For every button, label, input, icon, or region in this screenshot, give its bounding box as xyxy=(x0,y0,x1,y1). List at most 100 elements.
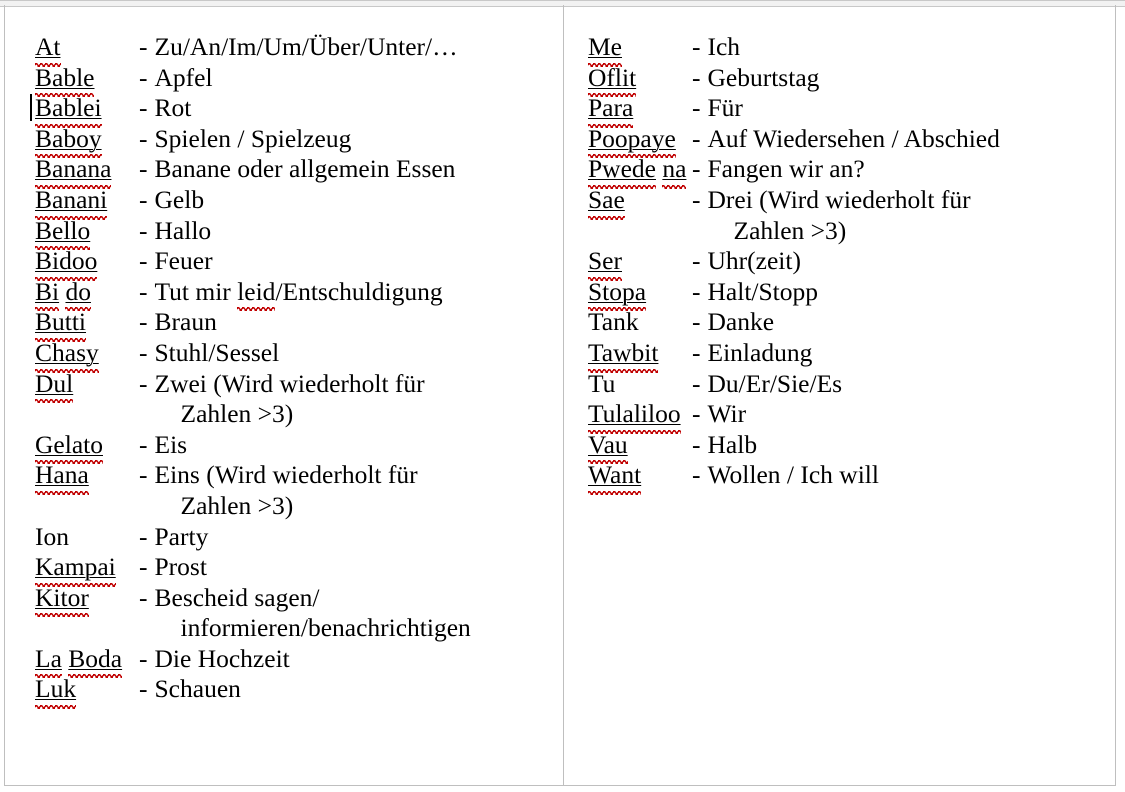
vocabulary-entry: Me - Ich xyxy=(588,32,1115,67)
left-column: At - Zu/An/Im/Um/Über/Unter/… Bable - Apfel Ba… xyxy=(5,6,563,785)
vocabulary-definition: Stuhl/Sessel xyxy=(154,337,280,367)
vocabulary-term: Bable xyxy=(35,62,139,97)
term-word-misspelled: do xyxy=(65,276,91,311)
vocabulary-definition: Gelb xyxy=(154,184,205,214)
entry-separator-dash: - xyxy=(139,184,148,214)
vocabulary-term: Tank xyxy=(588,307,692,338)
vocabulary-term: Vau xyxy=(588,429,692,464)
vocabulary-definition: Schauen xyxy=(154,674,241,704)
definition-continuation-line: Zahlen >3) xyxy=(733,215,847,245)
entry-separator-dash: - xyxy=(692,246,701,276)
vocabulary-entry: Sae - Drei (Wird wiederholt für Zahlen >3) xyxy=(588,185,1115,246)
term-word-misspelled: Luk xyxy=(35,674,77,709)
text-caret xyxy=(30,94,32,122)
term-word-misspelled: La xyxy=(35,643,62,679)
definition-continuation-line: Zahlen >3) xyxy=(180,399,294,429)
vocabulary-term: Ion xyxy=(35,522,139,553)
vocabulary-definition: Wir xyxy=(707,399,747,429)
right-column: Me - Ich Oflit - Geburtstag Para - Für Poopaye - Au… xyxy=(563,6,1115,785)
entry-separator-dash: - xyxy=(139,521,148,551)
term-word-misspelled: Tulaliloo xyxy=(588,399,681,434)
term-word-misspelled: Me xyxy=(588,32,622,67)
term-word-misspelled: Baboy xyxy=(35,123,102,158)
vocabulary-definition: Uhr(zeit) xyxy=(707,246,801,276)
vocabulary-entry: Bidoo - Feuer xyxy=(35,246,563,281)
vocabulary-term: Tu xyxy=(588,369,692,400)
vocabulary-term: Tulaliloo xyxy=(588,399,692,434)
term-word-misspelled: Pwede xyxy=(588,154,656,189)
vocabulary-entry: Butti - Braun xyxy=(35,307,563,342)
vocabulary-term: Tawbit xyxy=(588,337,692,373)
vocabulary-term: Sae xyxy=(588,184,692,220)
vocabulary-definition: Geburtstag xyxy=(707,62,820,92)
document-page: At - Zu/An/Im/Um/Über/Unter/… Bable - Apfel Ba… xyxy=(0,0,1125,792)
vocabulary-definition: Du/Er/Sie/Es xyxy=(707,368,843,398)
term-word-misspelled: Boda xyxy=(68,643,123,679)
vocabulary-term: Kampai xyxy=(35,552,139,587)
vocabulary-term: Luk xyxy=(35,674,139,709)
vocabulary-term: La Boda xyxy=(35,643,139,679)
vocabulary-entry: Dul - Zwei (Wird wiederholt für Zahlen >3) xyxy=(35,369,563,430)
entry-separator-dash: - xyxy=(139,32,148,61)
vocabulary-entry: Tank - Danke xyxy=(588,307,1115,338)
term-word-misspelled: Kitor xyxy=(35,582,89,617)
entry-separator-dash: - xyxy=(692,184,701,214)
entry-separator-dash: - xyxy=(139,368,148,398)
vocabulary-entry: At - Zu/An/Im/Um/Über/Unter/… xyxy=(35,32,563,67)
vocabulary-entry: Banana - Banane oder allgemein Essen xyxy=(35,154,563,189)
vocabulary-term: Banana xyxy=(35,154,139,189)
term-word-misspelled: Kampai xyxy=(35,552,116,587)
entry-separator-dash: - xyxy=(692,276,701,306)
vocabulary-term: Baboy xyxy=(35,123,139,158)
vocabulary-entry: Tu - Du/Er/Sie/Es xyxy=(588,369,1115,400)
term-word-misspelled: Banana xyxy=(35,154,112,189)
vocabulary-definition: Bescheid sagen/informieren/benachrichtig… xyxy=(155,583,564,644)
vocabulary-entry: Baboy - Spielen / Spielzeug xyxy=(35,123,563,158)
term-word-misspelled: Banani xyxy=(35,184,108,220)
entry-separator-dash: - xyxy=(692,123,701,153)
vocabulary-definition: Halt/Stopp xyxy=(707,276,819,306)
entry-separator-dash: - xyxy=(139,643,148,673)
term-word-misspelled: Para xyxy=(588,93,634,128)
vocabulary-definition: Eins (Wird wiederholt für Zahlen >3) xyxy=(155,460,564,521)
vocabulary-entry: Want - Wollen / Ich will xyxy=(588,460,1115,495)
vocabulary-definition: Halb xyxy=(707,429,758,459)
entry-separator-dash: - xyxy=(139,215,148,245)
vocabulary-term: Bello xyxy=(35,216,139,250)
term-word-misspelled: Ser xyxy=(588,246,622,281)
vocabulary-definition: Auf Wiedersehen / Abschied xyxy=(707,123,1000,153)
vocabulary-entry: Kitor - Bescheid sagen/informieren/benachr… xyxy=(35,583,563,644)
vocabulary-definition: Einladung xyxy=(707,337,813,367)
definition-continuation-line: Zahlen >3) xyxy=(180,490,294,520)
vocabulary-definition: Spielen / Spielzeug xyxy=(154,123,352,153)
vocabulary-term: Hana xyxy=(35,460,139,495)
vocabulary-term: At xyxy=(35,32,139,67)
vocabulary-entry: Pwede na - Fangen wir an? xyxy=(588,154,1115,189)
term-word-misspelled: Oflit xyxy=(588,62,637,97)
term-word-misspelled: na xyxy=(662,154,687,189)
vocabulary-definition: Für xyxy=(707,93,743,123)
vocabulary-entry: Bello - Hallo xyxy=(35,215,563,250)
term-word: Ion xyxy=(35,521,69,551)
vocabulary-definition: Prost xyxy=(154,552,207,582)
vocabulary-definition: Feuer xyxy=(154,246,213,276)
entry-separator-dash: - xyxy=(692,337,701,367)
vocabulary-definition: Zu/An/Im/Um/Über/Unter/… xyxy=(154,32,458,61)
vocabulary-entry: Ser - Uhr(zeit) xyxy=(588,246,1115,281)
vocabulary-definition: Drei (Wird wiederholt für Zahlen >3) xyxy=(708,185,1116,246)
vocabulary-entry: Luk - Schauen xyxy=(35,674,563,709)
term-word-misspelled: Chasy xyxy=(35,337,99,373)
vocabulary-definition: Hallo xyxy=(154,215,212,245)
term-word-misspelled: Sae xyxy=(588,184,625,220)
vocabulary-term: Stopa xyxy=(588,277,692,311)
term-word: Tank xyxy=(588,307,639,337)
term-word-misspelled: Vau xyxy=(588,429,628,464)
vocabulary-term: Dul xyxy=(35,369,139,403)
entry-separator-dash: - xyxy=(692,32,701,61)
term-word-misspelled: At xyxy=(35,32,61,67)
vocabulary-definition: Ich xyxy=(707,32,741,61)
term-word-misspelled: Bable xyxy=(35,62,95,97)
term-word-misspelled: Tawbit xyxy=(588,337,659,373)
entry-separator-dash: - xyxy=(139,460,148,490)
entry-separator-dash: - xyxy=(692,62,701,92)
